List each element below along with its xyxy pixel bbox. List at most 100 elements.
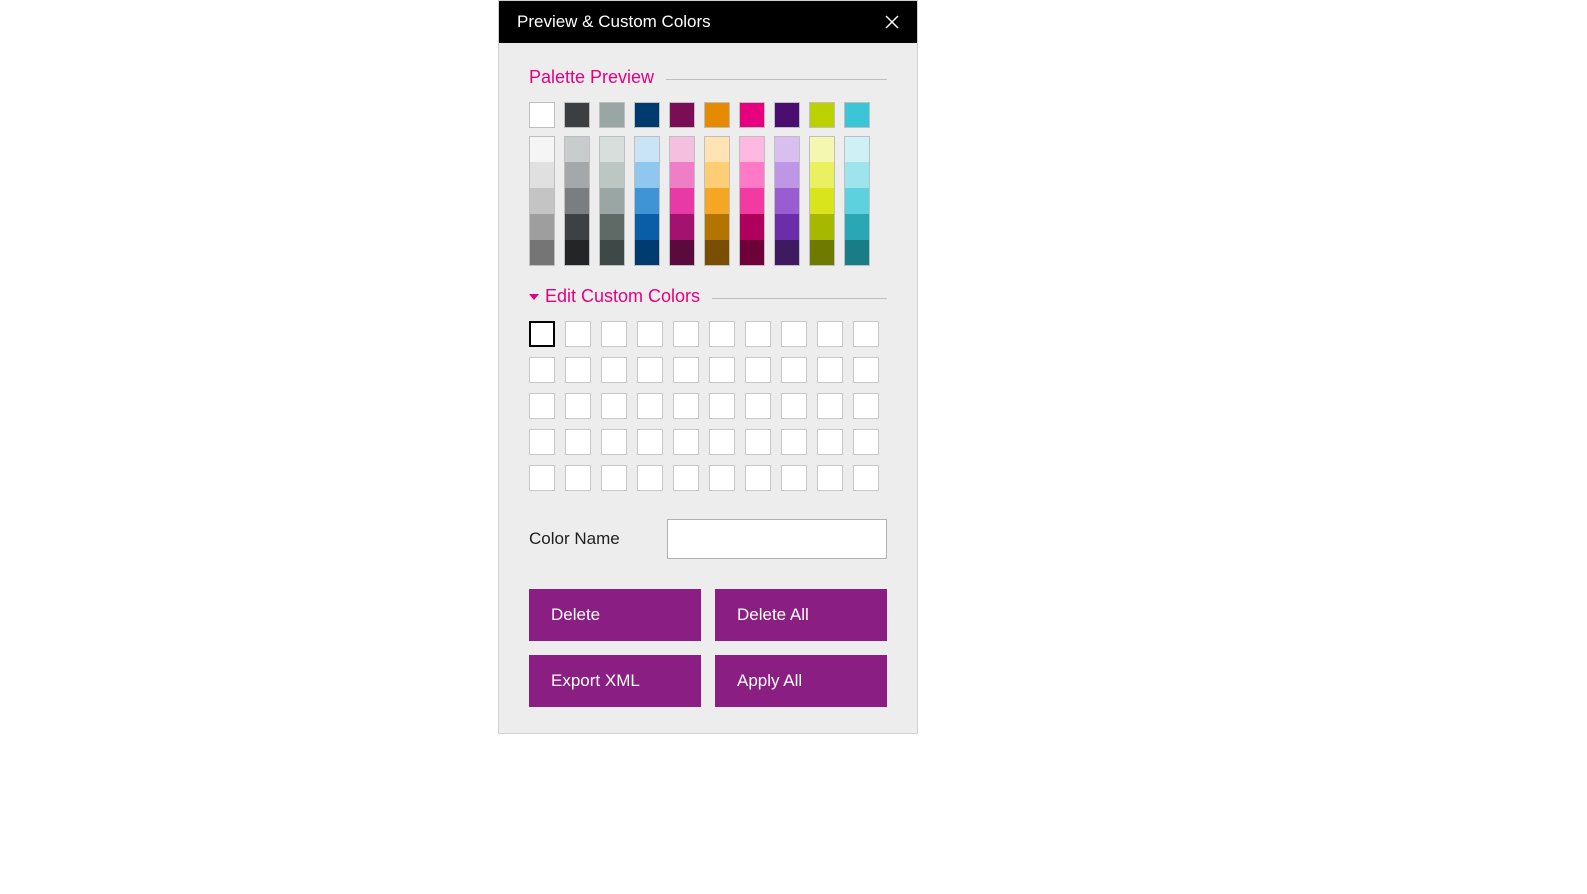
palette-swatch[interactable] <box>739 102 765 128</box>
custom-color-slot[interactable] <box>529 429 555 455</box>
custom-color-slot[interactable] <box>529 465 555 491</box>
palette-swatch[interactable] <box>704 240 730 266</box>
palette-swatch[interactable] <box>844 188 870 214</box>
custom-color-slot[interactable] <box>601 429 627 455</box>
custom-color-slot[interactable] <box>637 357 663 383</box>
custom-color-slot[interactable] <box>673 357 699 383</box>
custom-color-slot[interactable] <box>529 357 555 383</box>
palette-swatch[interactable] <box>809 188 835 214</box>
palette-swatch[interactable] <box>599 188 625 214</box>
custom-color-slot[interactable] <box>745 321 771 347</box>
palette-swatch[interactable] <box>704 136 730 162</box>
palette-swatch[interactable] <box>774 188 800 214</box>
palette-swatch[interactable] <box>669 102 695 128</box>
custom-color-slot[interactable] <box>673 393 699 419</box>
palette-swatch[interactable] <box>809 162 835 188</box>
palette-swatch[interactable] <box>669 136 695 162</box>
custom-color-slot[interactable] <box>637 429 663 455</box>
export-xml-button[interactable]: Export XML <box>529 655 701 707</box>
palette-swatch[interactable] <box>739 188 765 214</box>
palette-swatch[interactable] <box>634 214 660 240</box>
custom-color-slot[interactable] <box>781 465 807 491</box>
palette-swatch[interactable] <box>599 240 625 266</box>
custom-color-slot[interactable] <box>709 465 735 491</box>
custom-color-slot[interactable] <box>781 393 807 419</box>
custom-color-slot[interactable] <box>709 429 735 455</box>
custom-color-slot[interactable] <box>745 429 771 455</box>
palette-swatch[interactable] <box>704 214 730 240</box>
custom-color-slot[interactable] <box>637 393 663 419</box>
custom-color-slot[interactable] <box>601 393 627 419</box>
custom-color-slot[interactable] <box>601 357 627 383</box>
custom-color-slot[interactable] <box>565 321 591 347</box>
palette-swatch[interactable] <box>599 136 625 162</box>
palette-swatch[interactable] <box>634 102 660 128</box>
custom-color-slot[interactable] <box>709 393 735 419</box>
palette-swatch[interactable] <box>774 102 800 128</box>
palette-swatch[interactable] <box>634 240 660 266</box>
custom-color-slot[interactable] <box>853 357 879 383</box>
delete-all-button[interactable]: Delete All <box>715 589 887 641</box>
palette-swatch[interactable] <box>634 188 660 214</box>
delete-button[interactable]: Delete <box>529 589 701 641</box>
custom-color-slot[interactable] <box>745 357 771 383</box>
custom-color-slot[interactable] <box>781 429 807 455</box>
palette-swatch[interactable] <box>564 188 590 214</box>
close-button[interactable] <box>877 7 907 37</box>
palette-swatch[interactable] <box>809 102 835 128</box>
palette-swatch[interactable] <box>774 136 800 162</box>
palette-swatch[interactable] <box>844 214 870 240</box>
palette-swatch[interactable] <box>809 136 835 162</box>
custom-color-slot[interactable] <box>853 393 879 419</box>
palette-swatch[interactable] <box>739 240 765 266</box>
palette-swatch[interactable] <box>564 214 590 240</box>
custom-color-slot[interactable] <box>817 321 843 347</box>
palette-swatch[interactable] <box>564 136 590 162</box>
palette-swatch[interactable] <box>599 102 625 128</box>
custom-color-slot[interactable] <box>673 321 699 347</box>
palette-swatch[interactable] <box>704 162 730 188</box>
custom-color-slot[interactable] <box>565 465 591 491</box>
custom-color-slot[interactable] <box>601 321 627 347</box>
palette-swatch[interactable] <box>844 162 870 188</box>
palette-swatch[interactable] <box>844 102 870 128</box>
palette-swatch[interactable] <box>739 214 765 240</box>
custom-color-slot[interactable] <box>709 357 735 383</box>
palette-swatch[interactable] <box>529 188 555 214</box>
custom-color-slot[interactable] <box>817 357 843 383</box>
color-name-input[interactable] <box>667 519 887 559</box>
custom-color-slot[interactable] <box>565 429 591 455</box>
palette-swatch[interactable] <box>529 102 555 128</box>
palette-swatch[interactable] <box>634 136 660 162</box>
custom-color-slot[interactable] <box>817 465 843 491</box>
palette-swatch[interactable] <box>844 136 870 162</box>
palette-swatch[interactable] <box>704 102 730 128</box>
palette-swatch[interactable] <box>774 162 800 188</box>
palette-swatch[interactable] <box>739 136 765 162</box>
palette-swatch[interactable] <box>669 162 695 188</box>
custom-color-slot[interactable] <box>853 429 879 455</box>
custom-color-slot[interactable] <box>565 357 591 383</box>
palette-swatch[interactable] <box>774 240 800 266</box>
palette-swatch[interactable] <box>844 240 870 266</box>
custom-color-slot[interactable] <box>853 321 879 347</box>
custom-color-slot[interactable] <box>601 465 627 491</box>
palette-swatch[interactable] <box>669 240 695 266</box>
edit-custom-colors-header[interactable]: Edit Custom Colors <box>529 286 887 307</box>
palette-swatch[interactable] <box>529 214 555 240</box>
custom-color-slot[interactable] <box>853 465 879 491</box>
palette-swatch[interactable] <box>809 214 835 240</box>
palette-swatch[interactable] <box>529 240 555 266</box>
palette-swatch[interactable] <box>599 214 625 240</box>
apply-all-button[interactable]: Apply All <box>715 655 887 707</box>
palette-swatch[interactable] <box>599 162 625 188</box>
custom-color-slot[interactable] <box>637 321 663 347</box>
palette-swatch[interactable] <box>564 240 590 266</box>
palette-swatch[interactable] <box>774 214 800 240</box>
custom-color-slot[interactable] <box>565 393 591 419</box>
palette-swatch[interactable] <box>809 240 835 266</box>
palette-swatch[interactable] <box>564 162 590 188</box>
palette-swatch[interactable] <box>669 188 695 214</box>
custom-color-slot[interactable] <box>529 393 555 419</box>
custom-color-slot[interactable] <box>817 393 843 419</box>
